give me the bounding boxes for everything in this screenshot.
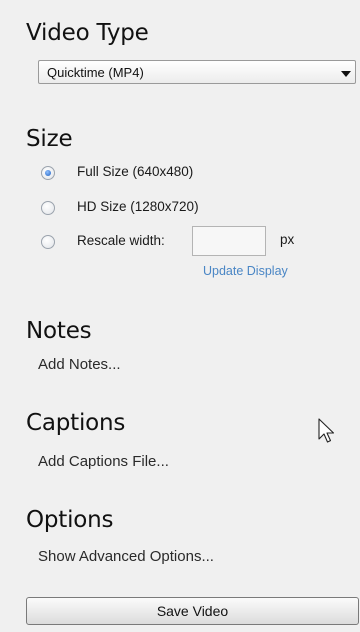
hd-size-label[interactable]: HD Size (1280x720) — [77, 199, 199, 214]
px-unit-label: px — [280, 232, 295, 247]
captions-heading: Captions — [26, 410, 126, 436]
chevron-down-icon — [341, 71, 351, 77]
full-size-label[interactable]: Full Size (640x480) — [77, 164, 193, 179]
full-size-radio[interactable] — [41, 166, 55, 180]
hd-size-radio[interactable] — [41, 201, 55, 215]
size-heading: Size — [26, 126, 73, 152]
video-type-selected-value: Quicktime (MP4) — [47, 65, 144, 80]
save-video-button[interactable]: Save Video — [26, 597, 359, 625]
video-type-dropdown[interactable]: Quicktime (MP4) — [38, 60, 356, 84]
rescale-width-label[interactable]: Rescale width: — [77, 233, 165, 248]
add-notes-link[interactable]: Add Notes... — [38, 356, 121, 373]
add-captions-file-link[interactable]: Add Captions File... — [38, 453, 169, 470]
notes-heading: Notes — [26, 318, 92, 344]
show-advanced-options-link[interactable]: Show Advanced Options... — [38, 548, 214, 565]
rescale-width-input[interactable] — [192, 226, 266, 256]
mouse-pointer-icon — [318, 418, 335, 443]
options-heading: Options — [26, 507, 114, 533]
export-settings-panel: Video Type Quicktime (MP4) Size Full Siz… — [0, 0, 360, 632]
update-display-link[interactable]: Update Display — [203, 264, 288, 278]
rescale-width-radio[interactable] — [41, 235, 55, 249]
video-type-heading: Video Type — [26, 20, 149, 46]
